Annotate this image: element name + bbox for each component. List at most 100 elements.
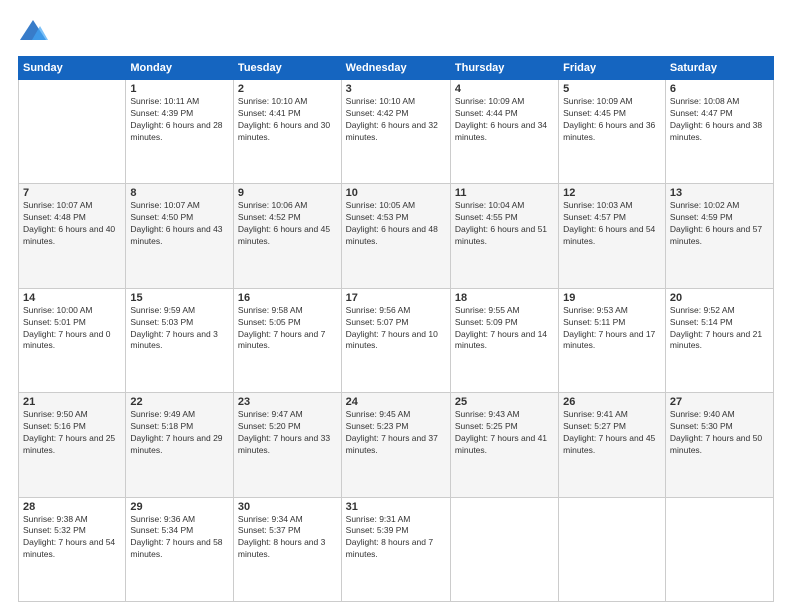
calendar-cell: 14Sunrise: 10:00 AMSunset: 5:01 PMDaylig… <box>19 288 126 392</box>
weekday-sunday: Sunday <box>19 57 126 80</box>
logo-icon <box>18 18 48 48</box>
day-info: Sunrise: 10:00 AMSunset: 5:01 PMDaylight… <box>23 305 121 353</box>
calendar-cell: 5Sunrise: 10:09 AMSunset: 4:45 PMDayligh… <box>559 80 666 184</box>
day-number: 7 <box>23 187 121 199</box>
day-info: Sunrise: 10:10 AMSunset: 4:42 PMDaylight… <box>346 96 446 144</box>
day-info: Sunrise: 10:02 AMSunset: 4:59 PMDaylight… <box>670 200 769 248</box>
calendar-cell: 7Sunrise: 10:07 AMSunset: 4:48 PMDayligh… <box>19 184 126 288</box>
calendar-cell: 27Sunrise: 9:40 AMSunset: 5:30 PMDayligh… <box>665 393 773 497</box>
day-info: Sunrise: 9:31 AMSunset: 5:39 PMDaylight:… <box>346 514 446 562</box>
calendar-cell: 30Sunrise: 9:34 AMSunset: 5:37 PMDayligh… <box>233 497 341 601</box>
calendar-cell <box>450 497 558 601</box>
day-info: Sunrise: 9:52 AMSunset: 5:14 PMDaylight:… <box>670 305 769 353</box>
calendar-cell: 17Sunrise: 9:56 AMSunset: 5:07 PMDayligh… <box>341 288 450 392</box>
day-number: 2 <box>238 83 337 95</box>
calendar-cell: 15Sunrise: 9:59 AMSunset: 5:03 PMDayligh… <box>126 288 234 392</box>
day-info: Sunrise: 9:40 AMSunset: 5:30 PMDaylight:… <box>670 409 769 457</box>
day-info: Sunrise: 10:09 AMSunset: 4:44 PMDaylight… <box>455 96 554 144</box>
day-number: 28 <box>23 501 121 513</box>
day-info: Sunrise: 9:47 AMSunset: 5:20 PMDaylight:… <box>238 409 337 457</box>
day-number: 10 <box>346 187 446 199</box>
day-info: Sunrise: 9:45 AMSunset: 5:23 PMDaylight:… <box>346 409 446 457</box>
weekday-thursday: Thursday <box>450 57 558 80</box>
calendar-cell: 19Sunrise: 9:53 AMSunset: 5:11 PMDayligh… <box>559 288 666 392</box>
day-number: 15 <box>130 292 229 304</box>
day-info: Sunrise: 10:09 AMSunset: 4:45 PMDaylight… <box>563 96 661 144</box>
calendar-cell <box>19 80 126 184</box>
calendar-cell: 3Sunrise: 10:10 AMSunset: 4:42 PMDayligh… <box>341 80 450 184</box>
week-row-3: 21Sunrise: 9:50 AMSunset: 5:16 PMDayligh… <box>19 393 774 497</box>
day-number: 1 <box>130 83 229 95</box>
day-number: 14 <box>23 292 121 304</box>
day-info: Sunrise: 10:07 AMSunset: 4:48 PMDaylight… <box>23 200 121 248</box>
day-number: 22 <box>130 396 229 408</box>
day-number: 17 <box>346 292 446 304</box>
calendar-cell: 18Sunrise: 9:55 AMSunset: 5:09 PMDayligh… <box>450 288 558 392</box>
calendar-cell: 23Sunrise: 9:47 AMSunset: 5:20 PMDayligh… <box>233 393 341 497</box>
calendar-cell: 16Sunrise: 9:58 AMSunset: 5:05 PMDayligh… <box>233 288 341 392</box>
day-info: Sunrise: 10:03 AMSunset: 4:57 PMDaylight… <box>563 200 661 248</box>
day-info: Sunrise: 9:34 AMSunset: 5:37 PMDaylight:… <box>238 514 337 562</box>
calendar-cell: 28Sunrise: 9:38 AMSunset: 5:32 PMDayligh… <box>19 497 126 601</box>
day-info: Sunrise: 9:58 AMSunset: 5:05 PMDaylight:… <box>238 305 337 353</box>
week-row-4: 28Sunrise: 9:38 AMSunset: 5:32 PMDayligh… <box>19 497 774 601</box>
day-number: 12 <box>563 187 661 199</box>
day-number: 31 <box>346 501 446 513</box>
day-number: 11 <box>455 187 554 199</box>
day-number: 3 <box>346 83 446 95</box>
day-number: 26 <box>563 396 661 408</box>
day-info: Sunrise: 9:53 AMSunset: 5:11 PMDaylight:… <box>563 305 661 353</box>
calendar-cell: 22Sunrise: 9:49 AMSunset: 5:18 PMDayligh… <box>126 393 234 497</box>
week-row-1: 7Sunrise: 10:07 AMSunset: 4:48 PMDayligh… <box>19 184 774 288</box>
weekday-monday: Monday <box>126 57 234 80</box>
day-info: Sunrise: 9:43 AMSunset: 5:25 PMDaylight:… <box>455 409 554 457</box>
day-info: Sunrise: 9:38 AMSunset: 5:32 PMDaylight:… <box>23 514 121 562</box>
header <box>18 18 774 48</box>
weekday-wednesday: Wednesday <box>341 57 450 80</box>
day-number: 21 <box>23 396 121 408</box>
calendar-cell: 12Sunrise: 10:03 AMSunset: 4:57 PMDaylig… <box>559 184 666 288</box>
day-number: 5 <box>563 83 661 95</box>
day-info: Sunrise: 9:55 AMSunset: 5:09 PMDaylight:… <box>455 305 554 353</box>
day-info: Sunrise: 9:49 AMSunset: 5:18 PMDaylight:… <box>130 409 229 457</box>
day-number: 30 <box>238 501 337 513</box>
day-number: 8 <box>130 187 229 199</box>
day-number: 19 <box>563 292 661 304</box>
calendar-cell: 6Sunrise: 10:08 AMSunset: 4:47 PMDayligh… <box>665 80 773 184</box>
calendar-cell <box>559 497 666 601</box>
day-info: Sunrise: 10:10 AMSunset: 4:41 PMDaylight… <box>238 96 337 144</box>
day-info: Sunrise: 9:36 AMSunset: 5:34 PMDaylight:… <box>130 514 229 562</box>
day-number: 23 <box>238 396 337 408</box>
calendar-cell: 31Sunrise: 9:31 AMSunset: 5:39 PMDayligh… <box>341 497 450 601</box>
logo <box>18 18 52 48</box>
day-number: 4 <box>455 83 554 95</box>
day-info: Sunrise: 9:56 AMSunset: 5:07 PMDaylight:… <box>346 305 446 353</box>
day-info: Sunrise: 10:04 AMSunset: 4:55 PMDaylight… <box>455 200 554 248</box>
calendar-cell: 4Sunrise: 10:09 AMSunset: 4:44 PMDayligh… <box>450 80 558 184</box>
calendar-cell <box>665 497 773 601</box>
day-number: 24 <box>346 396 446 408</box>
day-info: Sunrise: 10:06 AMSunset: 4:52 PMDaylight… <box>238 200 337 248</box>
calendar-table: SundayMondayTuesdayWednesdayThursdayFrid… <box>18 56 774 602</box>
page: SundayMondayTuesdayWednesdayThursdayFrid… <box>0 0 792 612</box>
day-info: Sunrise: 10:08 AMSunset: 4:47 PMDaylight… <box>670 96 769 144</box>
weekday-header-row: SundayMondayTuesdayWednesdayThursdayFrid… <box>19 57 774 80</box>
day-number: 20 <box>670 292 769 304</box>
day-number: 16 <box>238 292 337 304</box>
week-row-0: 1Sunrise: 10:11 AMSunset: 4:39 PMDayligh… <box>19 80 774 184</box>
week-row-2: 14Sunrise: 10:00 AMSunset: 5:01 PMDaylig… <box>19 288 774 392</box>
calendar-cell: 20Sunrise: 9:52 AMSunset: 5:14 PMDayligh… <box>665 288 773 392</box>
day-number: 25 <box>455 396 554 408</box>
calendar-cell: 8Sunrise: 10:07 AMSunset: 4:50 PMDayligh… <box>126 184 234 288</box>
weekday-tuesday: Tuesday <box>233 57 341 80</box>
day-number: 13 <box>670 187 769 199</box>
calendar-cell: 24Sunrise: 9:45 AMSunset: 5:23 PMDayligh… <box>341 393 450 497</box>
calendar-cell: 25Sunrise: 9:43 AMSunset: 5:25 PMDayligh… <box>450 393 558 497</box>
calendar-cell: 21Sunrise: 9:50 AMSunset: 5:16 PMDayligh… <box>19 393 126 497</box>
calendar-cell: 26Sunrise: 9:41 AMSunset: 5:27 PMDayligh… <box>559 393 666 497</box>
day-number: 29 <box>130 501 229 513</box>
calendar-cell: 9Sunrise: 10:06 AMSunset: 4:52 PMDayligh… <box>233 184 341 288</box>
day-info: Sunrise: 10:07 AMSunset: 4:50 PMDaylight… <box>130 200 229 248</box>
day-info: Sunrise: 9:59 AMSunset: 5:03 PMDaylight:… <box>130 305 229 353</box>
calendar-cell: 10Sunrise: 10:05 AMSunset: 4:53 PMDaylig… <box>341 184 450 288</box>
